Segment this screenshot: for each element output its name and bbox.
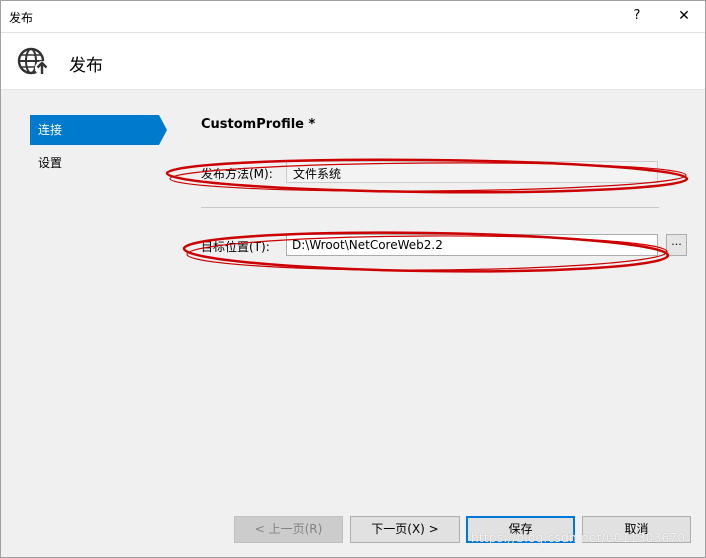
target-location-label: 目标位置(T): (201, 240, 270, 254)
globe-publish-icon (17, 47, 49, 75)
publish-method-select[interactable]: 文件系统 ⌵ (286, 161, 658, 183)
title-bar: 发布 ? ✕ (1, 1, 705, 33)
profile-name: CustomProfile * (201, 117, 316, 132)
target-location-input[interactable]: D:\Wroot\NetCoreWeb2.2 (286, 234, 658, 256)
page-title: 发布 (69, 56, 103, 76)
publish-method-label: 发布方法(M): (201, 167, 273, 181)
publish-dialog: 发布 ? ✕ 发布 连接 设置 CustomProfile * 发布方法(M):… (0, 0, 706, 558)
window-title: 发布 (9, 11, 34, 25)
previous-button[interactable]: < 上一页(R) (234, 516, 343, 543)
sidebar-item-settings[interactable]: 设置 (30, 148, 159, 178)
target-location-value: D:\Wroot\NetCoreWeb2.2 (292, 238, 443, 252)
sidebar-item-label: 设置 (38, 156, 63, 170)
publish-method-value: 文件系统 (293, 167, 342, 181)
chevron-down-icon: ⌵ (645, 164, 653, 175)
watermark: https://blog.csdn.net/u011303670 (471, 531, 686, 545)
sidebar-item-label: 连接 (38, 123, 63, 137)
close-button[interactable]: ✕ (673, 5, 695, 27)
divider (201, 207, 659, 208)
next-button[interactable]: 下一页(X) > (350, 516, 460, 543)
sidebar-item-connection[interactable]: 连接 (30, 115, 159, 145)
help-button[interactable]: ? (627, 6, 647, 26)
dialog-header: 发布 (1, 33, 705, 90)
browse-button[interactable]: ... (666, 234, 687, 256)
active-indicator-arrow (159, 115, 167, 145)
